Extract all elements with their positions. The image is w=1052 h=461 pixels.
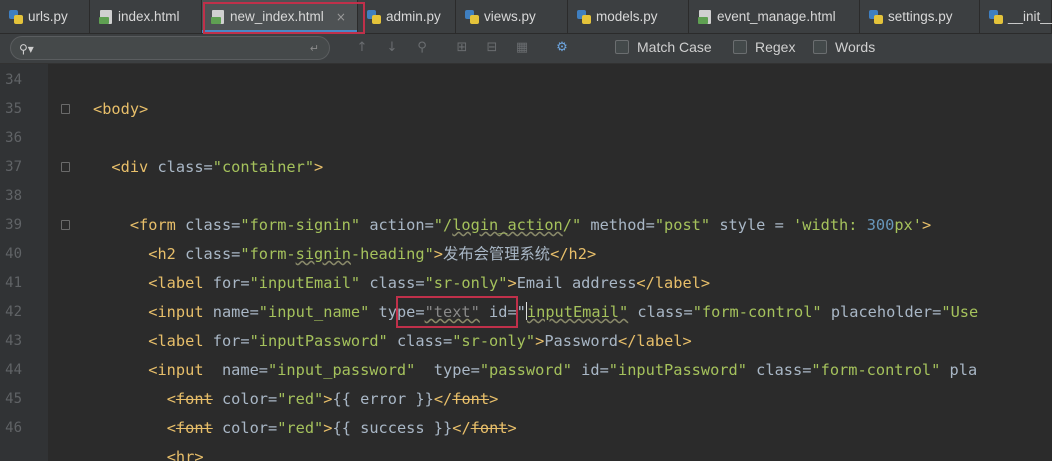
code-line: 43 <label for="inputPassword" class="sr-… — [0, 327, 1052, 356]
code-text: <font color="red">{{ error }}</font> — [166, 390, 499, 408]
code-text: <form class="form-signin" action="/login… — [129, 216, 932, 234]
match-case-checkbox[interactable] — [615, 40, 629, 54]
tab-event-manage-html[interactable]: event_manage.html — [689, 0, 860, 33]
match-case-label: Match Case — [637, 39, 712, 55]
search-input[interactable] — [47, 39, 311, 59]
code-line: <hr> — [0, 443, 1052, 461]
active-tab-indicator — [202, 30, 357, 33]
line-number: 38 — [5, 188, 22, 204]
regex-label: Regex — [755, 39, 796, 55]
html-file-icon — [210, 9, 226, 25]
code-text: <label for="inputEmail" class="sr-only">… — [148, 274, 711, 292]
html-file-icon — [697, 9, 713, 25]
code-text: <hr> — [166, 448, 204, 461]
previous-occurrence-icon[interactable]: ↑ — [352, 38, 372, 58]
line-number: 43 — [5, 333, 22, 349]
tab-index-html[interactable]: index.html — [90, 0, 202, 33]
tab-label: views.py — [484, 9, 536, 24]
code-line: 42 <input name="input_name" type="text" … — [0, 298, 1052, 327]
line-number: 39 — [5, 217, 22, 233]
tab-init-py[interactable]: __init__. — [980, 0, 1052, 33]
tab-admin-py[interactable]: admin.py — [358, 0, 456, 33]
tab-label: new_index.html — [230, 9, 324, 24]
fold-marker-icon[interactable] — [61, 104, 70, 114]
tab-label: models.py — [596, 9, 658, 24]
tab-settings-py[interactable]: settings.py — [860, 0, 980, 33]
tab-label: event_manage.html — [717, 9, 836, 24]
search-icon[interactable]: ⚲▾ — [19, 42, 34, 56]
words-checkbox[interactable] — [813, 40, 827, 54]
next-occurrence-icon[interactable]: ↓ — [382, 38, 402, 58]
python-file-icon — [366, 9, 382, 25]
tab-label: urls.py — [28, 9, 68, 24]
code-text: <h2 class="form-signin-heading">发布会管理系统<… — [148, 245, 597, 263]
close-icon[interactable]: × — [336, 10, 346, 24]
line-number: 34 — [5, 72, 22, 88]
code-text: <label for="inputPassword" class="sr-onl… — [148, 332, 692, 350]
python-file-icon — [8, 9, 24, 25]
add-occurrence-icon[interactable]: ⊞ — [452, 38, 472, 58]
select-all-occurrences-icon[interactable]: ▦ — [512, 38, 532, 58]
search-field[interactable]: ⚲▾ ↵ — [10, 36, 330, 60]
editor-tab-bar: urls.py index.html new_index.html × admi… — [0, 0, 1052, 34]
line-number: 46 — [5, 420, 22, 436]
fold-marker-icon[interactable] — [61, 220, 70, 230]
line-number: 36 — [5, 130, 22, 146]
code-text: <div class="container"> — [111, 158, 324, 176]
tab-label: __init__. — [1008, 9, 1052, 24]
code-line: 41 <label for="inputEmail" class="sr-onl… — [0, 269, 1052, 298]
code-text: <input name="input_name" type="text" id=… — [148, 302, 979, 321]
code-line: 44 <input name="input_password" type="pa… — [0, 356, 1052, 385]
find-bar: ⚲▾ ↵ ↑ ↓ ⚲ ⊞ ⊟ ▦ ⚙ Match Case Regex Word… — [0, 34, 1052, 64]
regex-option[interactable]: Regex — [733, 39, 795, 55]
tab-models-py[interactable]: models.py — [568, 0, 689, 33]
code-line: 39 <form class="form-signin" action="/lo… — [0, 211, 1052, 240]
code-line: 40 <h2 class="form-signin-heading">发布会管理… — [0, 240, 1052, 269]
tab-views-py[interactable]: views.py — [456, 0, 568, 33]
find-all-icon[interactable]: ⚲ — [412, 38, 432, 58]
python-file-icon — [464, 9, 480, 25]
words-option[interactable]: Words — [813, 39, 875, 55]
tab-label: admin.py — [386, 9, 441, 24]
code-line: 36 — [0, 124, 1052, 153]
remove-occurrence-icon[interactable]: ⊟ — [482, 38, 502, 58]
html-file-icon — [98, 9, 114, 25]
code-line: 38 — [0, 182, 1052, 211]
match-case-option[interactable]: Match Case — [615, 39, 712, 55]
line-number: 45 — [5, 391, 22, 407]
code-line: 37 <div class="container"> — [0, 153, 1052, 182]
tab-label: settings.py — [888, 9, 953, 24]
fold-marker-icon[interactable] — [61, 162, 70, 172]
code-line: 35 <body> — [0, 95, 1052, 124]
words-label: Words — [835, 39, 876, 55]
line-number: 40 — [5, 246, 22, 262]
code-line: 34 — [0, 66, 1052, 95]
settings-gear-icon[interactable]: ⚙ — [552, 38, 572, 58]
code-text: <input name="input_password" type="passw… — [148, 361, 978, 379]
line-number: 42 — [5, 304, 22, 320]
line-number: 41 — [5, 275, 22, 291]
python-file-icon — [868, 9, 884, 25]
code-line: 45 <font color="red">{{ error }}</font> — [0, 385, 1052, 414]
history-icon[interactable]: ↵ — [310, 42, 319, 55]
line-number: 44 — [5, 362, 22, 378]
code-editor[interactable]: 34 35 <body> 36 37 <div class="container… — [0, 64, 1052, 461]
code-line: 46 <font color="red">{{ success }}</font… — [0, 414, 1052, 443]
code-text: <body> — [93, 100, 149, 118]
python-file-icon — [988, 9, 1004, 25]
regex-checkbox[interactable] — [733, 40, 747, 54]
code-text: <font color="red">{{ success }}</font> — [166, 419, 517, 437]
line-number: 35 — [5, 101, 22, 117]
tab-label: index.html — [118, 9, 180, 24]
python-file-icon — [576, 9, 592, 25]
tab-urls-py[interactable]: urls.py — [0, 0, 90, 33]
line-number: 37 — [5, 159, 22, 175]
tab-new-index-html[interactable]: new_index.html × — [202, 0, 358, 33]
